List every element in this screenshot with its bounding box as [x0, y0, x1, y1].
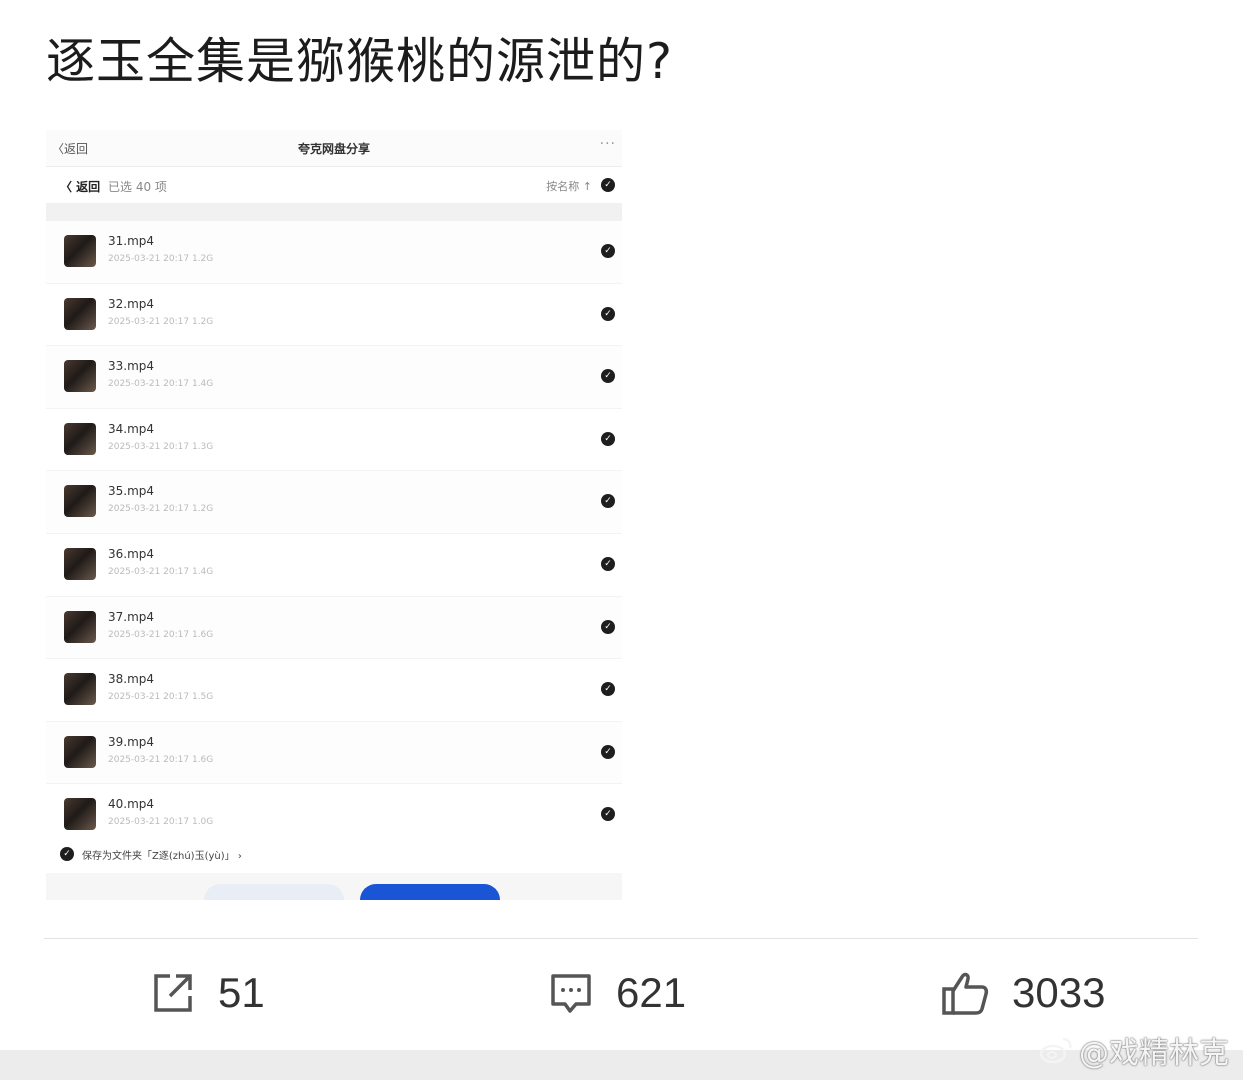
save-folder-text: 保存为文件夹「Z逐(zhú)玉(yù)」 › — [82, 851, 242, 862]
file-row: 37.mp4 2025-03-21 20:17 1.6G ✓ — [46, 596, 622, 660]
video-thumbnail — [64, 485, 96, 518]
file-meta: 2025-03-21 20:17 1.6G — [108, 629, 214, 640]
video-thumbnail — [64, 798, 96, 831]
file-name: 32.mp4 — [108, 296, 155, 311]
checked-icon: ✓ — [601, 369, 615, 384]
file-meta: 2025-03-21 20:17 1.3G — [108, 441, 214, 452]
like-button[interactable]: 3033 — [940, 966, 1105, 1020]
file-meta: 2025-03-21 20:17 1.2G — [108, 504, 214, 515]
file-name: 35.mp4 — [108, 484, 155, 499]
divider — [44, 938, 1198, 939]
file-meta: 2025-03-21 20:17 1.6G — [108, 754, 214, 765]
sort-label: 按名称 ↑ — [546, 180, 592, 193]
save-folder-bar: ✓ 保存为文件夹「Z逐(zhú)玉(yù)」 › — [46, 837, 622, 873]
secondary-button — [204, 884, 344, 900]
save-check-icon: ✓ — [60, 847, 74, 861]
file-row: 38.mp4 2025-03-21 20:17 1.5G ✓ — [46, 659, 622, 722]
file-name: 38.mp4 — [108, 672, 155, 687]
comment-button[interactable]: 621 — [548, 966, 686, 1020]
thumbs-up-icon — [942, 972, 989, 1015]
weibo-logo-icon — [1039, 1037, 1072, 1064]
file-name: 31.mp4 — [108, 234, 155, 248]
checked-icon: ✓ — [601, 556, 615, 571]
comment-count: 621 — [616, 969, 687, 1016]
share-count: 51 — [218, 969, 265, 1016]
select-all-check-icon: ✓ — [601, 178, 615, 192]
video-thumbnail — [64, 360, 96, 393]
video-thumbnail — [64, 422, 96, 455]
file-name: 40.mp4 — [108, 797, 155, 812]
partial-row — [46, 203, 622, 221]
file-meta: 2025-03-21 20:17 1.4G — [108, 379, 214, 390]
checked-icon: ✓ — [601, 744, 615, 759]
primary-button — [360, 884, 500, 900]
video-thumbnail — [64, 673, 96, 706]
file-meta: 2025-03-21 20:17 1.2G — [108, 316, 214, 327]
checked-icon: ✓ — [601, 619, 615, 634]
checked-icon: ✓ — [601, 431, 615, 446]
share-icon — [154, 974, 192, 1012]
selection-count: 已选 40 项 — [108, 180, 167, 194]
file-meta: 2025-03-21 20:17 1.0G — [108, 817, 214, 828]
file-list: 31.mp4 2025-03-21 20:17 1.2G ✓ 32.mp4 20… — [46, 203, 622, 847]
file-row: 39.mp4 2025-03-21 20:17 1.6G ✓ — [46, 721, 622, 785]
video-thumbnail — [64, 235, 96, 267]
embedded-screenshot: 〈返回 夸克网盘分享 ··· 〈 返回 已选 40 项 按名称 ↑ ✓ 31.m… — [46, 130, 622, 900]
file-name: 33.mp4 — [108, 359, 155, 374]
selection-back: 〈 返回 — [60, 180, 101, 194]
file-row: 34.mp4 2025-03-21 20:17 1.3G ✓ — [46, 408, 622, 472]
checked-icon: ✓ — [601, 244, 615, 258]
file-row: 35.mp4 2025-03-21 20:17 1.2G ✓ — [46, 471, 622, 534]
checked-icon: ✓ — [601, 682, 615, 697]
video-thumbnail — [64, 735, 96, 768]
video-thumbnail — [64, 547, 96, 580]
video-thumbnail — [64, 297, 96, 330]
post-title: 逐玉全集是猕猴桃的源泄的? — [46, 33, 674, 90]
file-name: 39.mp4 — [108, 734, 155, 749]
screenshot-nav-bar: 〈返回 夸克网盘分享 ··· — [46, 130, 622, 167]
more-icon: ··· — [599, 136, 616, 152]
file-meta: 2025-03-21 20:17 1.2G — [108, 254, 214, 264]
share-button[interactable]: 51 — [150, 966, 265, 1020]
like-count: 3033 — [1012, 969, 1106, 1016]
watermark-text: @戏精林克 — [1079, 1036, 1229, 1071]
file-row: 33.mp4 2025-03-21 20:17 1.4G ✓ — [46, 346, 622, 409]
file-meta: 2025-03-21 20:17 1.4G — [108, 566, 214, 577]
file-meta: 2025-03-21 20:17 1.5G — [108, 692, 214, 703]
screenshot-nav-title: 夸克网盘分享 — [297, 142, 370, 156]
video-thumbnail — [64, 610, 96, 643]
checked-icon: ✓ — [601, 494, 615, 509]
file-name: 36.mp4 — [108, 546, 155, 561]
file-row: 36.mp4 2025-03-21 20:17 1.4G ✓ — [46, 533, 622, 597]
comment-icon — [551, 974, 591, 1013]
checked-icon: ✓ — [601, 807, 615, 822]
file-name: 34.mp4 — [108, 421, 155, 436]
watermark: @戏精林克 — [1039, 1028, 1229, 1072]
file-name: 37.mp4 — [108, 609, 155, 624]
selection-bar: 〈 返回 已选 40 项 按名称 ↑ ✓ — [46, 167, 622, 203]
file-row: 32.mp4 2025-03-21 20:17 1.2G ✓ — [46, 283, 622, 347]
checked-icon: ✓ — [601, 306, 615, 321]
file-row: 31.mp4 2025-03-21 20:17 1.2G ✓ — [46, 221, 622, 284]
